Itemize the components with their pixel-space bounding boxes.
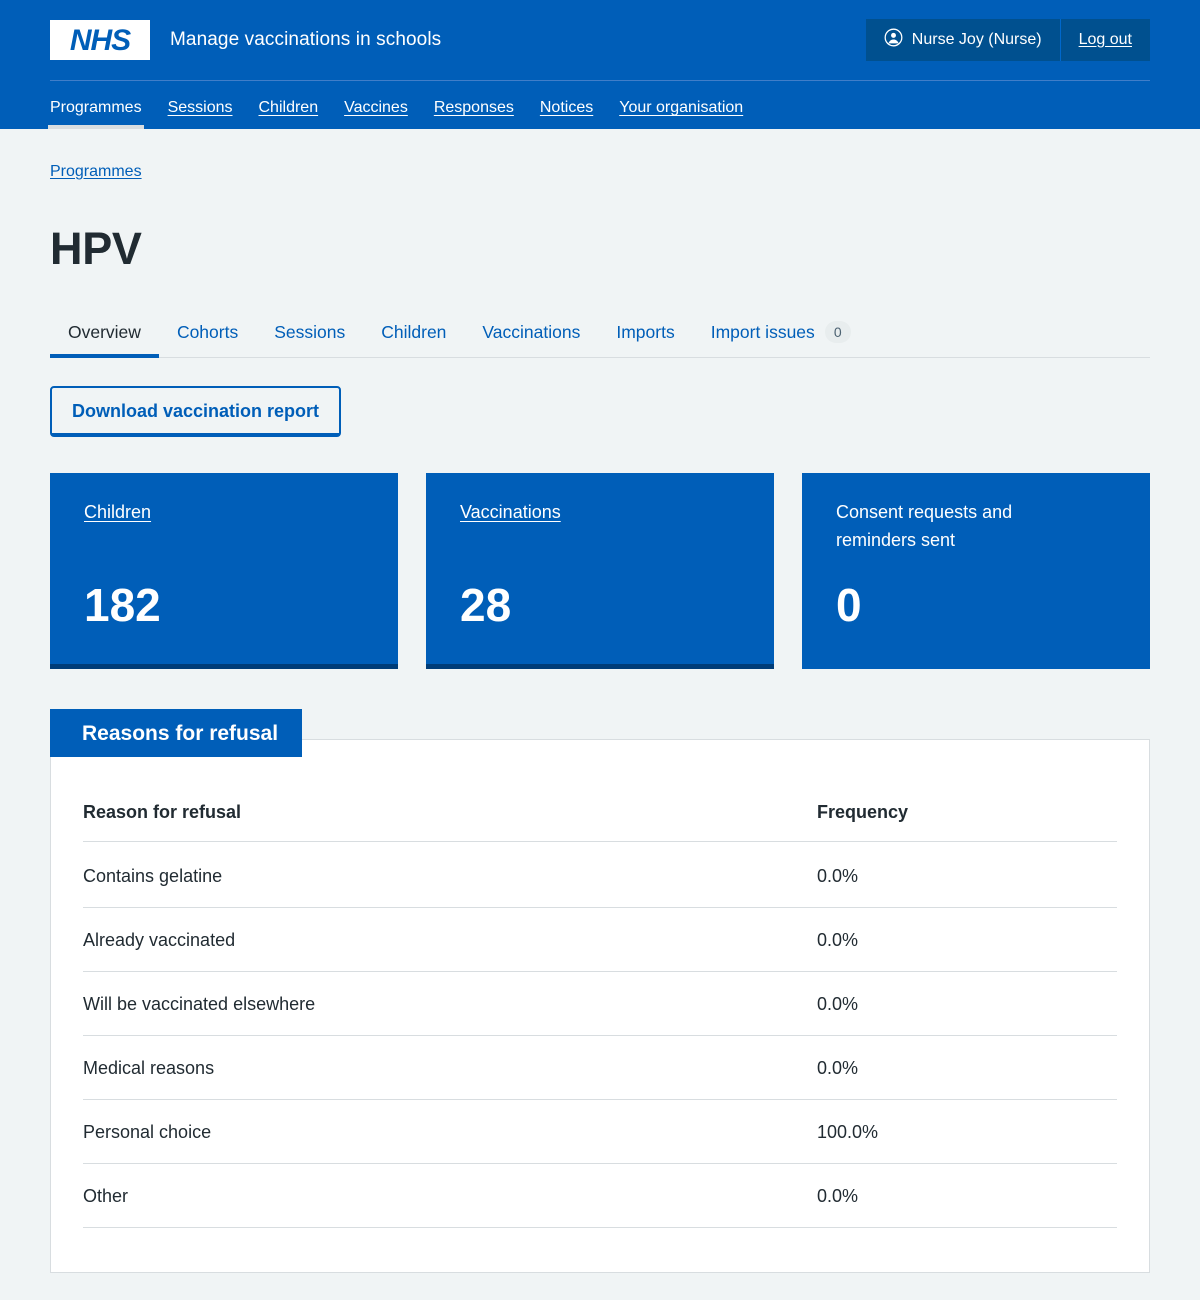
tab-overview[interactable]: Overview bbox=[50, 316, 159, 358]
tab-cohorts[interactable]: Cohorts bbox=[159, 316, 256, 357]
tab-label: Overview bbox=[68, 322, 141, 342]
tab-label: Sessions bbox=[274, 322, 346, 342]
stat-card-vaccinations[interactable]: Vaccinations 28 bbox=[426, 473, 774, 669]
nav-item-children[interactable]: Children bbox=[259, 99, 319, 129]
nav-item-sessions[interactable]: Sessions bbox=[168, 99, 233, 129]
primary-navigation: Programmes Sessions Children Vaccines Respon… bbox=[0, 81, 1200, 129]
cell-reason: Already vaccinated bbox=[83, 907, 817, 972]
logout-link[interactable]: Log out bbox=[1061, 19, 1150, 61]
tab-badge-count: 0 bbox=[824, 321, 851, 343]
nav-item-notices[interactable]: Notices bbox=[540, 99, 593, 129]
column-header-reason: Reason for refusal bbox=[83, 802, 817, 842]
panel-heading: Reasons for refusal bbox=[50, 709, 303, 757]
cell-frequency: 0.0% bbox=[817, 1035, 1117, 1100]
cell-reason: Contains gelatine bbox=[83, 841, 817, 908]
stat-card-label[interactable]: Children bbox=[84, 499, 372, 527]
nav-item-programmes[interactable]: Programmes bbox=[48, 99, 144, 129]
column-header-frequency: Frequency bbox=[817, 802, 1117, 842]
page-title: HPV bbox=[50, 223, 142, 274]
tab-imports[interactable]: Imports bbox=[598, 316, 692, 357]
cell-reason: Medical reasons bbox=[83, 1035, 817, 1100]
cell-reason: Will be vaccinated elsewhere bbox=[83, 971, 817, 1036]
tab-label: Children bbox=[381, 322, 447, 342]
user-name-label: Nurse Joy (Nurse) bbox=[911, 31, 1042, 48]
svg-text:NHS: NHS bbox=[70, 24, 131, 57]
stat-cards-row: Children 182 Vaccinations 28 Consent request… bbox=[50, 473, 1150, 669]
nav-item-vaccines[interactable]: Vaccines bbox=[344, 99, 408, 129]
stat-card-value: 0 bbox=[836, 579, 862, 631]
download-vaccination-report-button[interactable]: Download vaccination report bbox=[50, 386, 342, 437]
cell-reason: Other bbox=[83, 1163, 817, 1228]
tab-label: Imports bbox=[616, 322, 675, 342]
tab-label: Cohorts bbox=[176, 322, 239, 342]
tab-vaccinations[interactable]: Vaccinations bbox=[464, 316, 598, 357]
table-row: Will be vaccinated elsewhere 0.0% bbox=[83, 971, 1117, 1036]
tab-sessions[interactable]: Sessions bbox=[256, 316, 363, 357]
stat-card-label: Consent requests and reminders sent bbox=[836, 502, 1013, 550]
tab-label: Import issues bbox=[710, 321, 815, 342]
table-row: Personal choice 100.0% bbox=[83, 1099, 1117, 1164]
cell-frequency: 0.0% bbox=[817, 907, 1117, 972]
site-header: NHS Manage vaccinations in schools Nurse… bbox=[0, 0, 1200, 81]
tab-import-issues[interactable]: Import issues 0 bbox=[693, 315, 869, 357]
table-row: Other 0.0% bbox=[83, 1163, 1117, 1228]
stat-card-label[interactable]: Vaccinations bbox=[460, 499, 748, 527]
cell-frequency: 0.0% bbox=[817, 971, 1117, 1036]
nav-item-your-organisation[interactable]: Your organisation bbox=[619, 99, 743, 129]
table-row: Contains gelatine 0.0% bbox=[83, 841, 1117, 908]
stat-card-value: 182 bbox=[84, 579, 161, 631]
programme-tabs: Overview Cohorts Sessions Children Vaccinati… bbox=[50, 315, 1150, 358]
tab-children[interactable]: Children bbox=[363, 316, 464, 357]
header-account-area: Nurse Joy (Nurse) Log out bbox=[865, 19, 1150, 61]
cell-frequency: 0.0% bbox=[817, 841, 1117, 908]
nhs-logo[interactable]: NHS bbox=[50, 20, 150, 60]
reasons-for-refusal-table: Reason for refusal Frequency Contains ge… bbox=[83, 802, 1117, 1228]
user-account-chip[interactable]: Nurse Joy (Nurse) bbox=[866, 19, 1061, 61]
table-row: Already vaccinated 0.0% bbox=[83, 907, 1117, 972]
stat-card-consent-requests-and-reminders-sent: Consent requests and reminders sent 0 bbox=[802, 473, 1150, 669]
cell-reason: Personal choice bbox=[83, 1099, 817, 1164]
tab-label: Vaccinations bbox=[482, 322, 581, 342]
table-header-row: Reason for refusal Frequency bbox=[83, 802, 1117, 842]
cell-frequency: 100.0% bbox=[817, 1099, 1117, 1164]
account-circle-icon bbox=[884, 28, 903, 52]
breadcrumb: Programmes bbox=[50, 163, 1150, 181]
breadcrumb-link-programmes[interactable]: Programmes bbox=[50, 163, 142, 180]
stat-card-value: 28 bbox=[460, 579, 512, 631]
service-name: Manage vaccinations in schools bbox=[170, 29, 442, 50]
main-content: Programmes HPV Overview Cohorts Sessions Ch… bbox=[50, 129, 1150, 1273]
nav-item-responses[interactable]: Responses bbox=[434, 99, 514, 129]
stat-card-children[interactable]: Children 182 bbox=[50, 473, 398, 669]
table-row: Medical reasons 0.0% bbox=[83, 1035, 1117, 1100]
cell-frequency: 0.0% bbox=[817, 1163, 1117, 1228]
reasons-for-refusal-panel: Reasons for refusal Reason for refusal F… bbox=[50, 709, 1150, 1273]
